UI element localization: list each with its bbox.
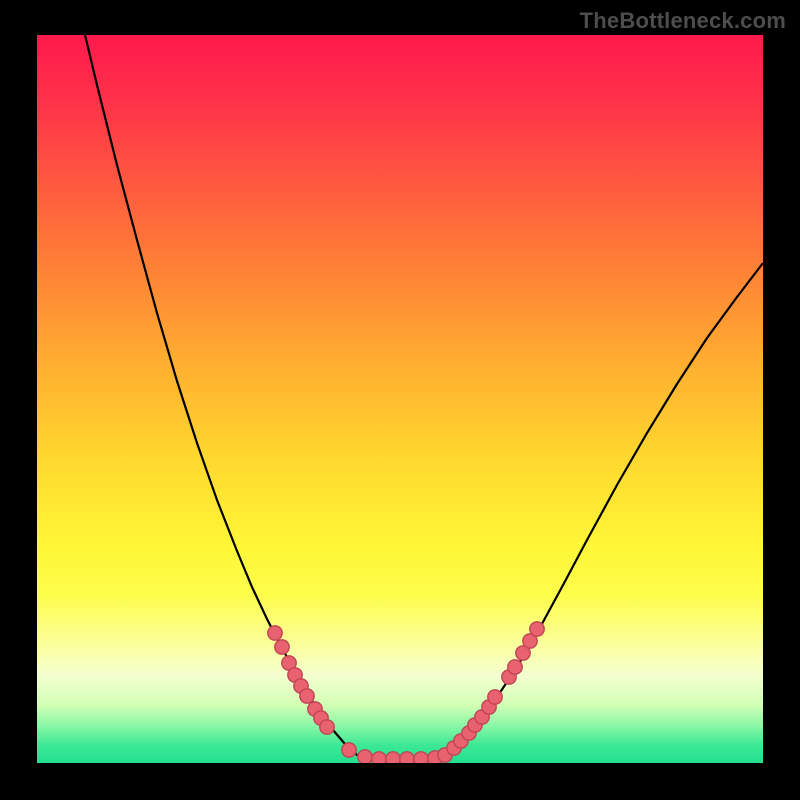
scatter-dots [268, 622, 544, 763]
watermark-text: TheBottleneck.com [580, 8, 786, 34]
scatter-dot [414, 752, 428, 763]
scatter-dot [358, 750, 372, 763]
scatter-dot [530, 622, 544, 636]
scatter-dot [400, 752, 414, 763]
scatter-dot [488, 690, 502, 704]
scatter-dot [275, 640, 289, 654]
scatter-dot [372, 752, 386, 763]
curve-line [85, 35, 763, 759]
bottleneck-curve [37, 35, 763, 763]
scatter-dot [268, 626, 282, 640]
scatter-dot [300, 689, 314, 703]
chart-frame: TheBottleneck.com [0, 0, 800, 800]
scatter-dot [320, 720, 334, 734]
scatter-dot [342, 743, 356, 757]
scatter-dot [386, 752, 400, 763]
scatter-dot [508, 660, 522, 674]
